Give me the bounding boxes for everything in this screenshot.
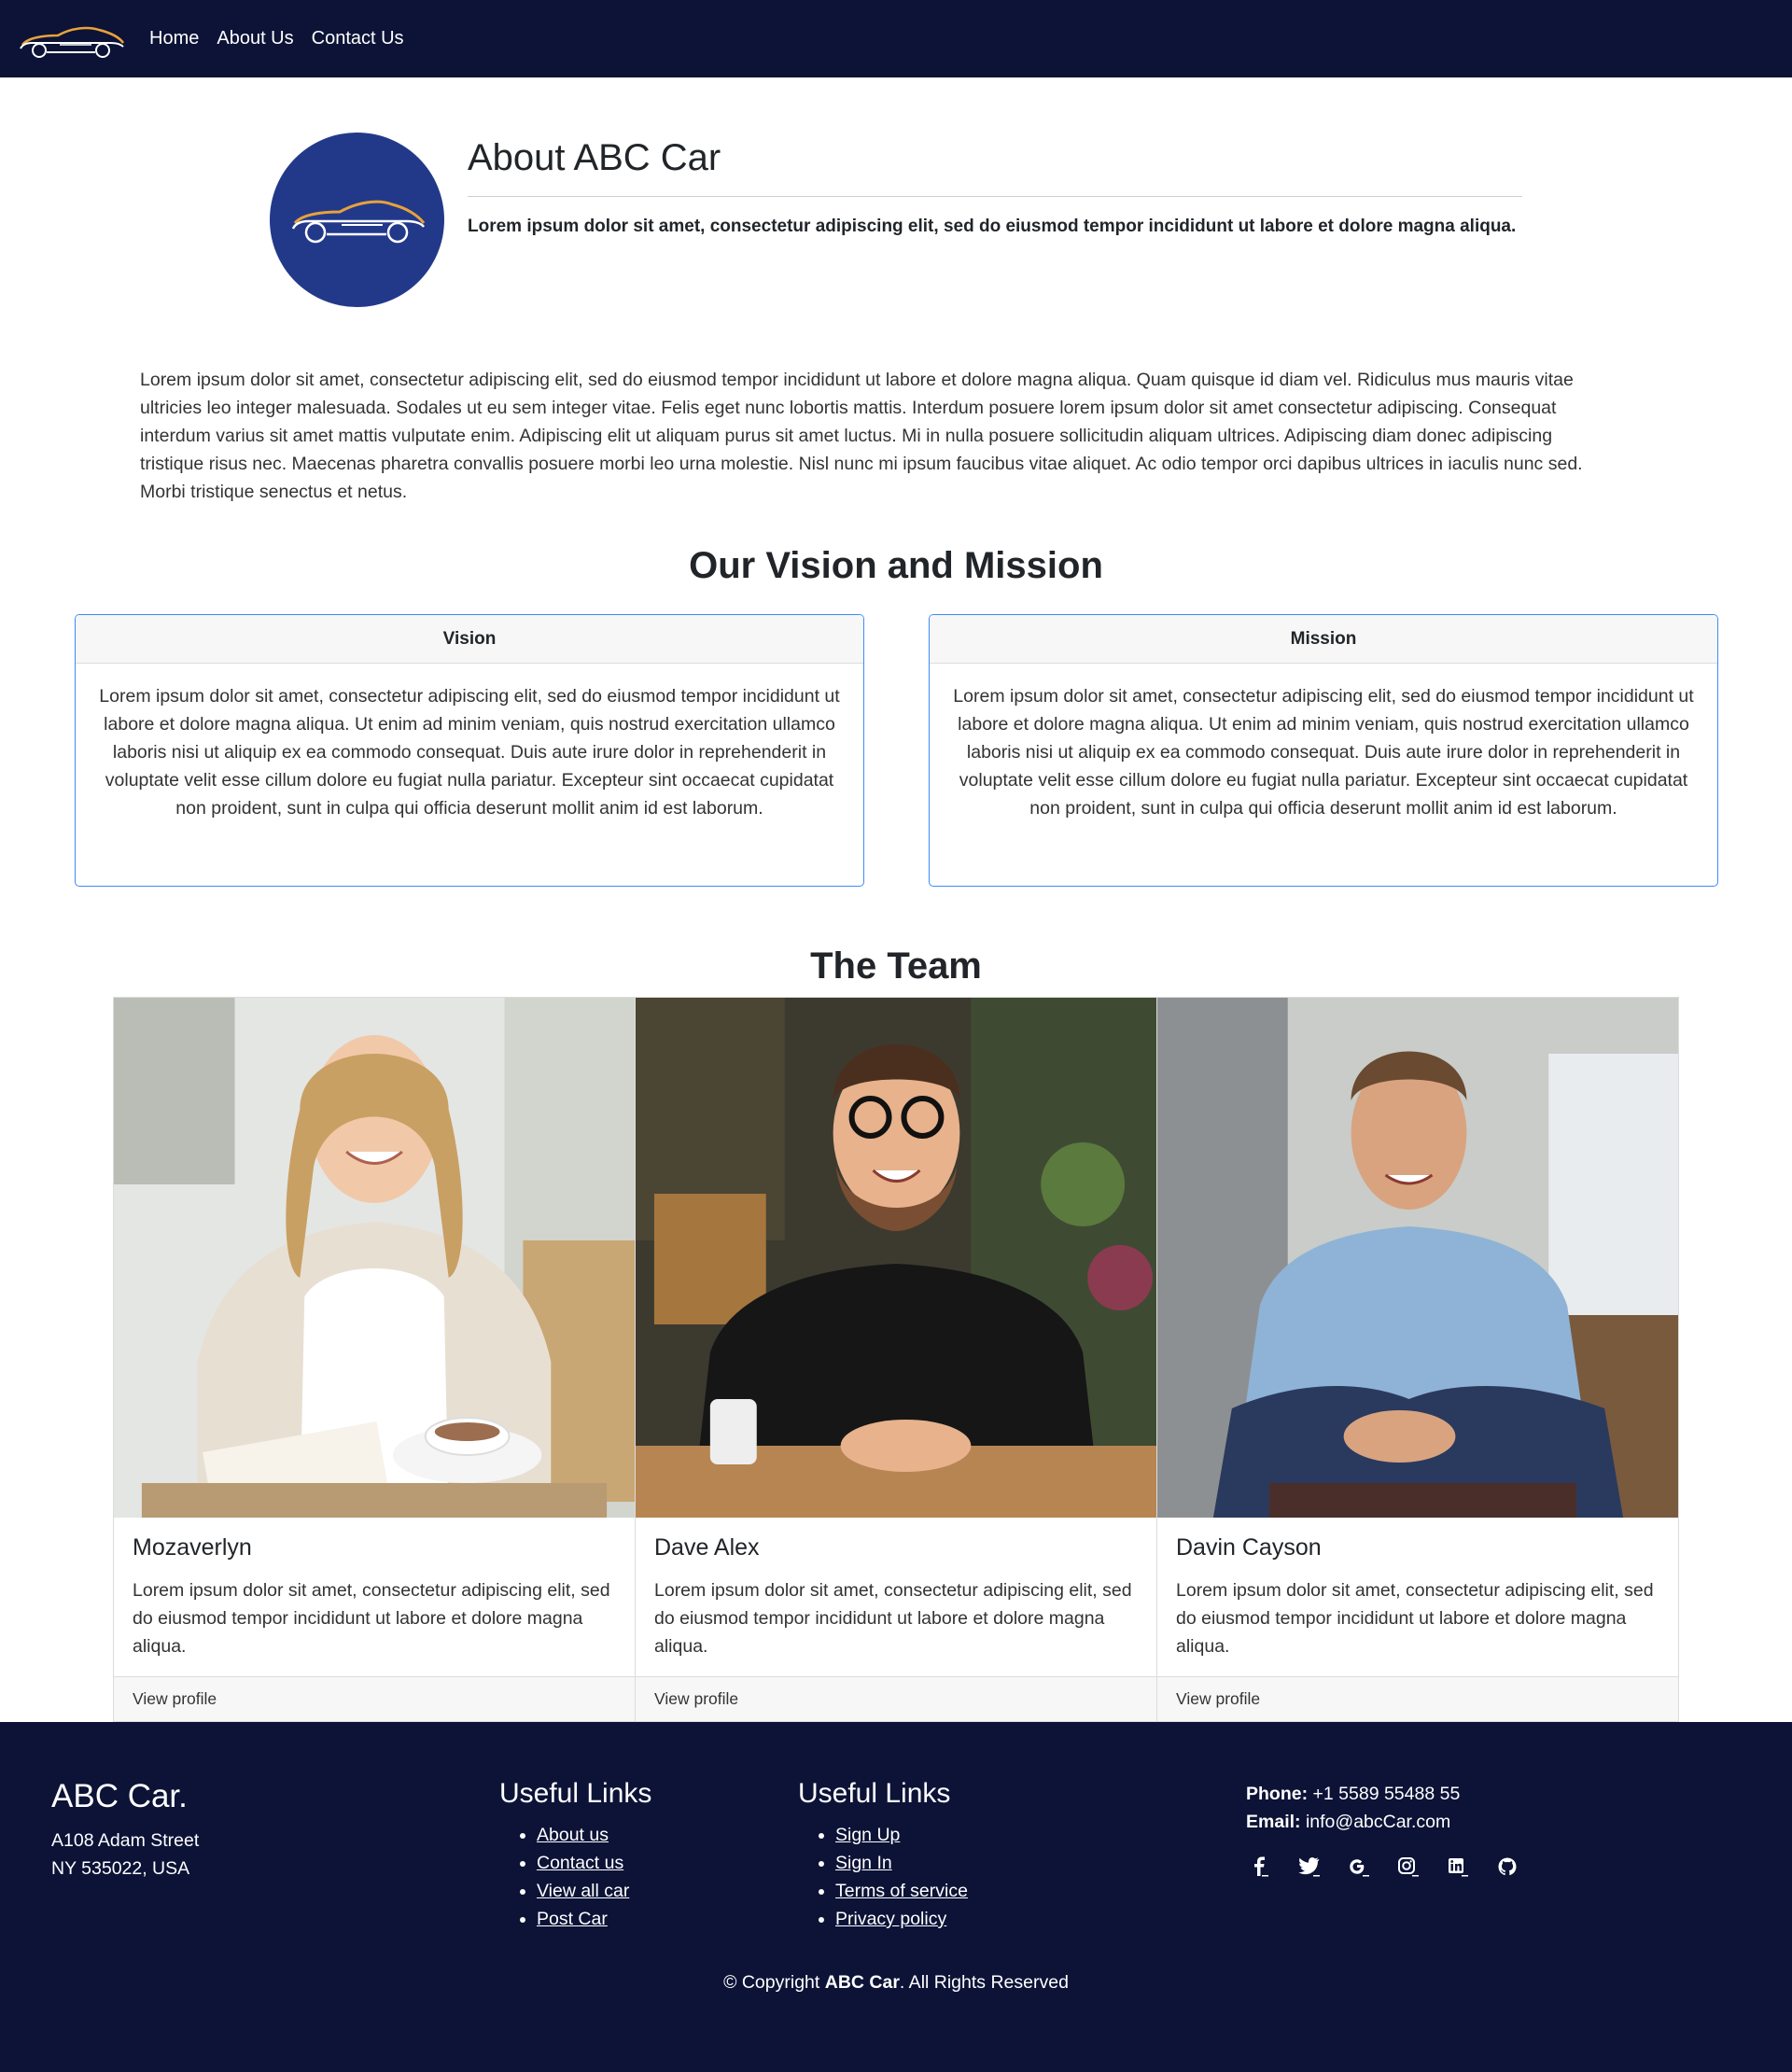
- about-header: About ABC Car Lorem ipsum dolor sit amet…: [270, 133, 1522, 310]
- nav-about-us[interactable]: About Us: [217, 28, 293, 49]
- footer-links-title: Useful Links: [499, 1778, 652, 1809]
- footer-link-terms[interactable]: Terms of service: [835, 1881, 968, 1901]
- mission-card-title: Mission: [930, 615, 1717, 664]
- copyright: © Copyright ABC Car. All Rights Reserved: [0, 1972, 1792, 1994]
- copyright-prefix: © Copyright: [723, 1972, 820, 1993]
- team-member-desc: Lorem ipsum dolor sit amet, consectetur …: [133, 1580, 610, 1657]
- team-member-desc: Lorem ipsum dolor sit amet, consectetur …: [1176, 1580, 1654, 1657]
- phone-label: Phone:: [1246, 1784, 1309, 1804]
- email-label: Email:: [1246, 1812, 1301, 1832]
- copyright-suffix: . All Rights Reserved: [899, 1972, 1069, 1993]
- car-logo-icon[interactable]: [17, 17, 127, 62]
- team-heading: The Team: [810, 945, 982, 987]
- footer-links-title: Useful Links: [798, 1778, 951, 1809]
- github-icon[interactable]: [1493, 1853, 1521, 1881]
- nav-home[interactable]: Home: [149, 28, 199, 49]
- list-item: Post Car: [537, 1905, 651, 1933]
- footer-link-sign-in[interactable]: Sign In: [835, 1853, 892, 1873]
- team-photo-mozaverlyn: [114, 998, 635, 1518]
- view-profile-link[interactable]: View profile: [114, 1676, 635, 1721]
- address-line-1: A108 Adam Street: [51, 1830, 200, 1851]
- team-member-desc: Lorem ipsum dolor sit amet, consectetur …: [654, 1580, 1132, 1657]
- list-item: Terms of service: [835, 1877, 968, 1905]
- footer-link-post-car[interactable]: Post Car: [537, 1909, 608, 1929]
- footer-email: Email: info@abcCar.com: [1246, 1808, 1460, 1836]
- about-logo: [270, 133, 444, 307]
- email-value: info@abcCar.com: [1305, 1812, 1451, 1832]
- social-links: [1246, 1853, 1543, 1881]
- team-card: Dave Alex Lorem ipsum dolor sit amet, co…: [636, 997, 1157, 1722]
- footer-link-sign-up[interactable]: Sign Up: [835, 1825, 900, 1845]
- view-profile-link[interactable]: View profile: [636, 1676, 1156, 1721]
- nav-contact-us[interactable]: Contact Us: [312, 28, 404, 49]
- intro-paragraph: Lorem ipsum dolor sit amet, consectetur …: [140, 370, 1583, 502]
- footer-phone: Phone: +1 5589 55488 55: [1246, 1780, 1460, 1808]
- navbar: Home About Us Contact Us: [0, 0, 1792, 77]
- vision-card-text: Lorem ipsum dolor sit amet, consectetur …: [99, 686, 840, 819]
- copyright-brand: ABC Car: [824, 1972, 900, 1993]
- team-member-name: Davin Cayson: [1176, 1534, 1322, 1561]
- google-icon[interactable]: [1345, 1853, 1373, 1881]
- team-card: Davin Cayson Lorem ipsum dolor sit amet,…: [1157, 997, 1679, 1722]
- footer-links-2: Useful Links Sign Up Sign In Terms of se…: [798, 1778, 968, 1933]
- instagram-icon[interactable]: [1394, 1853, 1422, 1881]
- list-item: Sign Up: [835, 1821, 968, 1849]
- phone-value: +1 5589 55488 55: [1312, 1784, 1461, 1804]
- team-photo-dave-alex: [636, 998, 1156, 1518]
- mission-card: Mission Lorem ipsum dolor sit amet, cons…: [929, 614, 1718, 887]
- list-item: Sign In: [835, 1849, 968, 1877]
- footer-address: A108 Adam Street NY 535022, USA: [51, 1827, 199, 1883]
- footer-contact: Phone: +1 5589 55488 55 Email: info@abcC…: [1246, 1780, 1460, 1836]
- car-logo-icon: [291, 200, 425, 243]
- vision-mission-heading: Our Vision and Mission: [689, 545, 1103, 586]
- team-card: Mozaverlyn Lorem ipsum dolor sit amet, c…: [113, 997, 636, 1722]
- view-profile-link[interactable]: View profile: [1157, 1676, 1678, 1721]
- footer-link-privacy[interactable]: Privacy policy: [835, 1909, 946, 1929]
- team-photo-davin-cayson: [1157, 998, 1678, 1518]
- list-item: Privacy policy: [835, 1905, 968, 1933]
- twitter-icon[interactable]: [1295, 1853, 1323, 1881]
- address-line-2: NY 535022, USA: [51, 1858, 190, 1879]
- footer-brand: ABC Car.: [51, 1778, 188, 1814]
- linkedin-icon[interactable]: [1444, 1853, 1472, 1881]
- footer-links-1: Useful Links About us Contact us View al…: [499, 1778, 651, 1933]
- footer-link-view-all-car[interactable]: View all car: [537, 1881, 629, 1901]
- vision-card-title: Vision: [76, 615, 863, 664]
- team-grid: Mozaverlyn Lorem ipsum dolor sit amet, c…: [113, 997, 1679, 1722]
- list-item: View all car: [537, 1877, 651, 1905]
- page-title: About ABC Car: [468, 137, 721, 178]
- about-lead: Lorem ipsum dolor sit amet, consectetur …: [468, 217, 1517, 236]
- team-member-name: Dave Alex: [654, 1534, 760, 1561]
- list-item: Contact us: [537, 1849, 651, 1877]
- footer: ABC Car. A108 Adam Street NY 535022, USA…: [0, 1722, 1792, 2072]
- divider: [468, 196, 1522, 197]
- list-item: About us: [537, 1821, 651, 1849]
- facebook-icon[interactable]: [1246, 1853, 1274, 1881]
- team-member-name: Mozaverlyn: [133, 1534, 252, 1561]
- mission-card-text: Lorem ipsum dolor sit amet, consectetur …: [953, 686, 1694, 819]
- vision-card: Vision Lorem ipsum dolor sit amet, conse…: [75, 614, 864, 887]
- footer-link-about-us[interactable]: About us: [537, 1825, 609, 1845]
- footer-link-contact-us[interactable]: Contact us: [537, 1853, 623, 1873]
